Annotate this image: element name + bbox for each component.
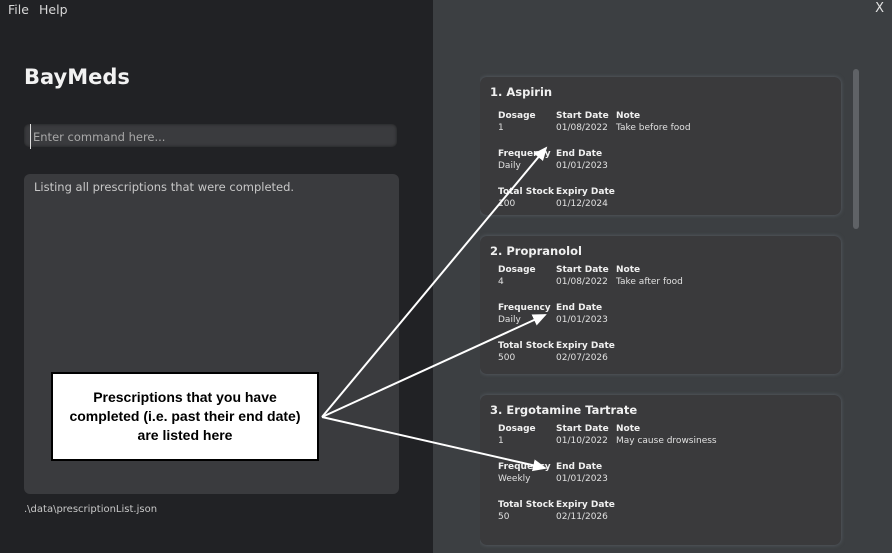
start-date-value: 01/10/2022 — [556, 436, 608, 446]
start-date-label: Start Date — [556, 424, 609, 434]
command-box — [24, 124, 397, 149]
frequency-label: Frequency — [498, 303, 551, 313]
menu-help[interactable]: Help — [39, 2, 68, 17]
prescription-title: 1. Aspirin — [490, 85, 553, 99]
close-button[interactable]: X — [875, 1, 884, 16]
annotation-callout: Prescriptions that you have completed (i… — [51, 372, 319, 461]
start-date-value: 01/08/2022 — [556, 123, 608, 133]
expiry-date-value: 01/12/2024 — [556, 199, 608, 209]
frequency-value: Daily — [498, 161, 521, 171]
end-date-label: End Date — [556, 149, 603, 159]
total-stock-value: 50 — [498, 512, 510, 522]
total-stock-value: 100 — [498, 199, 516, 209]
note-label: Note — [616, 265, 641, 275]
prescription-card[interactable]: 2. Propranolol Dosage 4 Start Date 01/08… — [480, 236, 841, 374]
total-stock-value: 500 — [498, 353, 516, 363]
note-value: Take after food — [616, 277, 683, 287]
expiry-date-value: 02/07/2026 — [556, 353, 608, 363]
menu-file[interactable]: File — [8, 2, 29, 17]
end-date-label: End Date — [556, 462, 603, 472]
frequency-label: Frequency — [498, 149, 551, 159]
note-label: Note — [616, 111, 641, 121]
prescription-title: 2. Propranolol — [490, 244, 582, 258]
prescription-card[interactable]: 3. Ergotamine Tartrate Dosage 1 Start Da… — [480, 395, 841, 545]
command-input[interactable] — [30, 124, 395, 149]
expiry-date-value: 02/11/2026 — [556, 512, 608, 522]
total-stock-label: Total Stock — [498, 341, 555, 351]
end-date-value: 01/01/2023 — [556, 161, 608, 171]
frequency-value: Daily — [498, 315, 521, 325]
dosage-value: 4 — [498, 277, 504, 287]
app-title: BayMeds — [24, 65, 130, 89]
start-date-value: 01/08/2022 — [556, 277, 608, 287]
expiry-date-label: Expiry Date — [556, 187, 615, 197]
end-date-label: End Date — [556, 303, 603, 313]
dosage-label: Dosage — [498, 111, 536, 121]
dosage-label: Dosage — [498, 424, 536, 434]
frequency-value: Weekly — [498, 474, 531, 484]
scrollbar-thumb[interactable] — [853, 69, 859, 229]
note-value: Take before food — [616, 123, 691, 133]
note-label: Note — [616, 424, 641, 434]
end-date-value: 01/01/2023 — [556, 474, 608, 484]
start-date-label: Start Date — [556, 265, 609, 275]
frequency-label: Frequency — [498, 462, 551, 472]
total-stock-label: Total Stock — [498, 187, 555, 197]
prescription-list[interactable]: 1. Aspirin Dosage 1 Start Date 01/08/202… — [480, 72, 845, 553]
total-stock-label: Total Stock — [498, 500, 555, 510]
result-message: Listing all prescriptions that were comp… — [34, 180, 295, 194]
prescription-title: 3. Ergotamine Tartrate — [490, 403, 638, 417]
start-date-label: Start Date — [556, 111, 609, 121]
dosage-value: 1 — [498, 123, 504, 133]
status-bar-path: .\data\prescriptionList.json — [24, 504, 158, 515]
dosage-label: Dosage — [498, 265, 536, 275]
dosage-value: 1 — [498, 436, 504, 446]
callout-text: Prescriptions that you have completed (i… — [69, 389, 301, 443]
expiry-date-label: Expiry Date — [556, 341, 615, 351]
end-date-value: 01/01/2023 — [556, 315, 608, 325]
prescription-card[interactable]: 1. Aspirin Dosage 1 Start Date 01/08/202… — [480, 77, 841, 215]
expiry-date-label: Expiry Date — [556, 500, 615, 510]
note-value: May cause drowsiness — [616, 436, 717, 446]
